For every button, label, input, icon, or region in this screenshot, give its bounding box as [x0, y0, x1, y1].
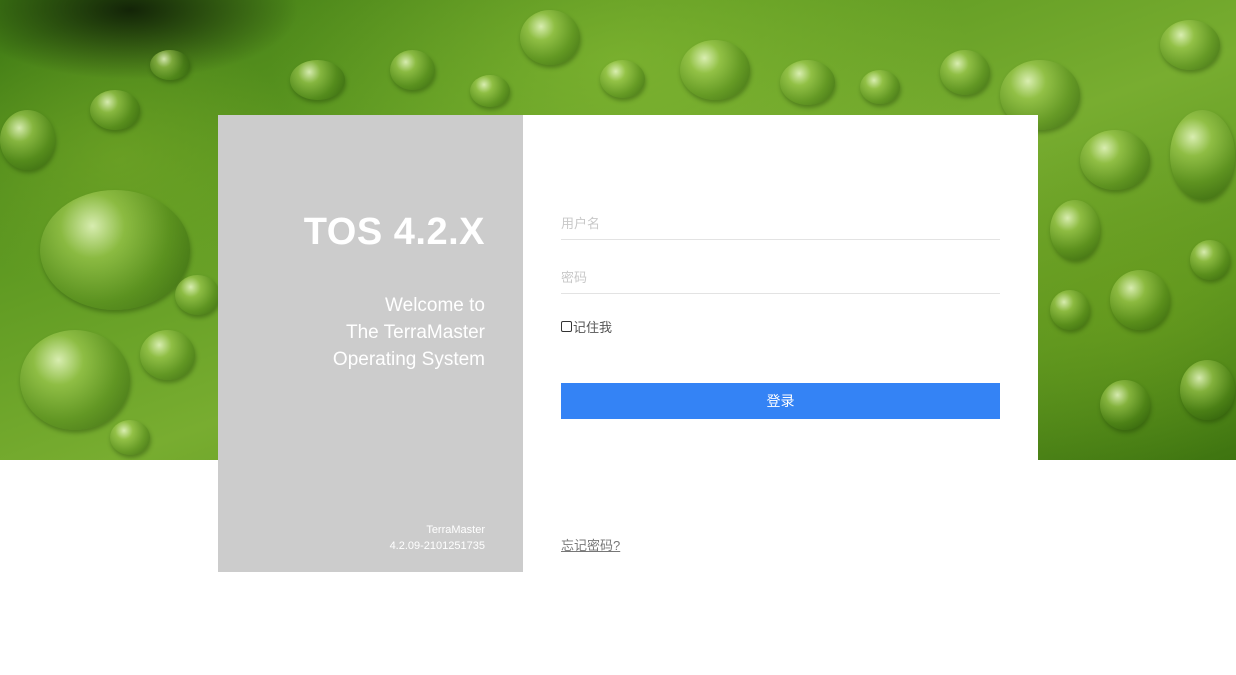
welcome-line: Welcome to	[385, 295, 485, 316]
remember-me-checkbox[interactable]	[561, 321, 572, 332]
firmware-version: 4.2.09-2101251735	[389, 540, 485, 552]
password-input[interactable]	[561, 261, 1000, 294]
water-drop	[860, 70, 900, 104]
remember-me[interactable]: 记住我	[561, 317, 612, 336]
water-drop	[90, 90, 140, 130]
forgot-password-link[interactable]: 忘记密码?	[561, 535, 620, 554]
water-drop	[175, 275, 220, 315]
water-drop	[150, 50, 190, 80]
vendor-name: TerraMaster	[426, 524, 485, 536]
water-drop	[40, 190, 190, 310]
login-button[interactable]: 登录	[561, 383, 1000, 419]
water-drop	[1190, 240, 1230, 280]
water-drop	[780, 60, 835, 105]
water-drop	[520, 10, 580, 65]
water-drop	[1110, 270, 1170, 330]
welcome-line: The TerraMaster	[345, 322, 485, 343]
water-drop	[1080, 130, 1150, 190]
product-title: TOS 4.2.X	[303, 211, 485, 253]
water-drop	[1180, 360, 1235, 420]
water-drop	[470, 75, 510, 107]
water-drop	[600, 60, 645, 98]
water-drop	[1100, 380, 1150, 430]
water-drop	[1160, 20, 1220, 70]
brand-panel: TOS 4.2.X Welcome to The TerraMaster Ope…	[218, 115, 523, 572]
water-drop	[0, 110, 55, 170]
water-drop	[20, 330, 130, 430]
water-drop	[1050, 200, 1100, 260]
welcome-message: Welcome to The TerraMaster Operating Sys…	[333, 292, 485, 373]
welcome-line: Operating System	[332, 349, 485, 370]
water-drop	[390, 50, 435, 90]
water-drop	[140, 330, 195, 380]
water-drop	[940, 50, 990, 95]
login-form: 记住我 登录 忘记密码?	[523, 115, 1038, 572]
water-drop	[1170, 110, 1235, 200]
username-input[interactable]	[561, 207, 1000, 240]
login-card: TOS 4.2.X Welcome to The TerraMaster Ope…	[218, 115, 1038, 572]
water-drop	[680, 40, 750, 100]
water-drop	[110, 420, 150, 455]
water-drop	[290, 60, 345, 100]
version-info: TerraMaster 4.2.09-2101251735	[390, 522, 485, 554]
water-drop	[1050, 290, 1090, 330]
remember-me-label: 记住我	[573, 320, 613, 335]
